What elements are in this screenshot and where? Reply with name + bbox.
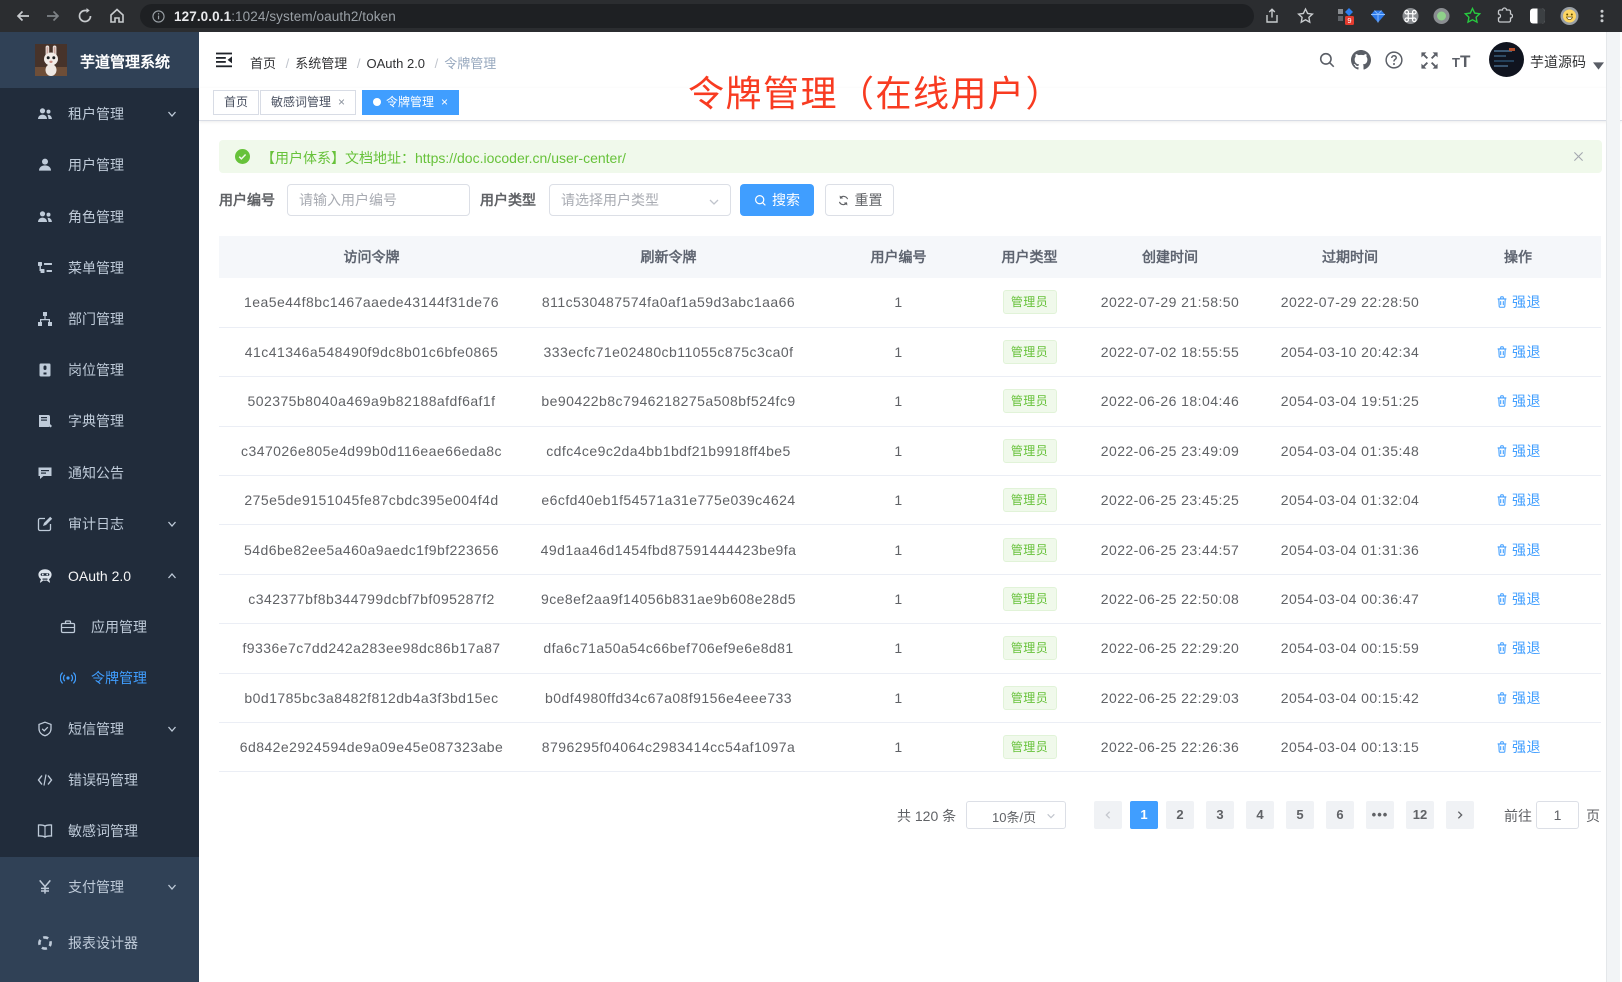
svg-text:9: 9	[1347, 16, 1351, 25]
